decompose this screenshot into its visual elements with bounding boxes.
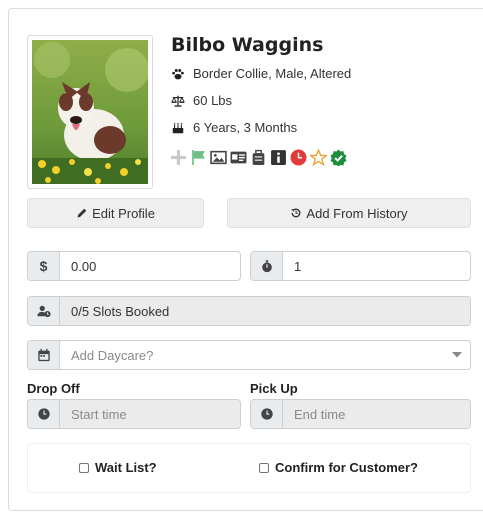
clock-icon[interactable] (290, 149, 307, 166)
weight-text: 60 Lbs (193, 93, 233, 108)
slots-booked-field: 0/5 Slots Booked (60, 297, 470, 325)
star-icon[interactable] (310, 149, 327, 166)
edit-profile-label: Edit Profile (92, 205, 155, 221)
suitcase-icon[interactable] (250, 149, 267, 166)
info-icon[interactable] (270, 149, 287, 166)
end-time-group: End time (250, 399, 471, 429)
stopwatch-addon (251, 252, 283, 280)
age-row: 6 Years, 3 Months (171, 120, 297, 135)
drop-off-label: Drop Off (27, 381, 80, 396)
booking-card: Bilbo Waggins Border Collie, Male, Alter… (8, 8, 483, 511)
confirm-customer-label: Confirm for Customer? (275, 460, 418, 475)
calendar-addon (28, 341, 60, 369)
pet-photo (27, 35, 153, 189)
add-from-history-button[interactable]: Add From History (227, 198, 471, 228)
history-icon (291, 208, 301, 218)
wait-list-label: Wait List? (95, 460, 157, 475)
user-clock-icon (36, 305, 51, 318)
pick-up-label: Pick Up (250, 381, 298, 396)
pencil-icon (77, 208, 87, 218)
start-time-group: Start time (27, 399, 241, 429)
quantity-input[interactable]: 1 (283, 252, 470, 280)
pet-badges (170, 149, 347, 166)
confirm-customer-box[interactable] (259, 462, 269, 473)
wait-list-checkbox[interactable]: Wait List? (79, 460, 157, 475)
confirm-customer-checkbox[interactable]: Confirm for Customer? (259, 460, 418, 475)
quantity-input-group: 1 (250, 251, 471, 281)
add-from-history-label: Add From History (306, 205, 408, 221)
options-panel: Wait List? Confirm for Customer? (27, 443, 471, 493)
breed-row: Border Collie, Male, Altered (171, 66, 351, 81)
flag-icon[interactable] (190, 149, 207, 166)
balance-scale-icon (171, 95, 185, 107)
paw-icon (172, 68, 184, 79)
wait-list-box[interactable] (79, 462, 89, 473)
daycare-select[interactable]: Add Daycare? (60, 341, 444, 369)
price-input-group: $ 0.00 (27, 251, 241, 281)
plus-icon[interactable] (170, 149, 187, 166)
breed-text: Border Collie, Male, Altered (193, 66, 352, 81)
clock-icon (37, 408, 50, 420)
edit-profile-button[interactable]: Edit Profile (27, 198, 204, 228)
age-text: 6 Years, 3 Months (193, 120, 298, 135)
slots-input-group: 0/5 Slots Booked (27, 296, 471, 326)
clock-addon-end (251, 400, 283, 428)
stopwatch-icon (261, 260, 272, 273)
price-input[interactable]: 0.00 (60, 252, 240, 280)
chevron-down-icon[interactable] (444, 341, 470, 369)
dog-photo-image (32, 40, 148, 184)
clock-addon-start (28, 400, 60, 428)
image-icon[interactable] (210, 149, 227, 166)
weight-row: 60 Lbs (171, 93, 232, 108)
calendar-icon (37, 348, 50, 362)
user-clock-addon (28, 297, 60, 325)
start-time-input[interactable]: Start time (60, 400, 240, 428)
daycare-select-group: Add Daycare? (27, 340, 471, 370)
pet-name: Bilbo Waggins (171, 34, 324, 56)
end-time-input[interactable]: End time (283, 400, 470, 428)
birthday-cake-icon (172, 122, 184, 133)
check-shield-icon[interactable] (330, 149, 347, 166)
clock-icon (260, 408, 273, 420)
id-card-icon[interactable] (230, 149, 247, 166)
dollar-addon: $ (28, 252, 60, 280)
